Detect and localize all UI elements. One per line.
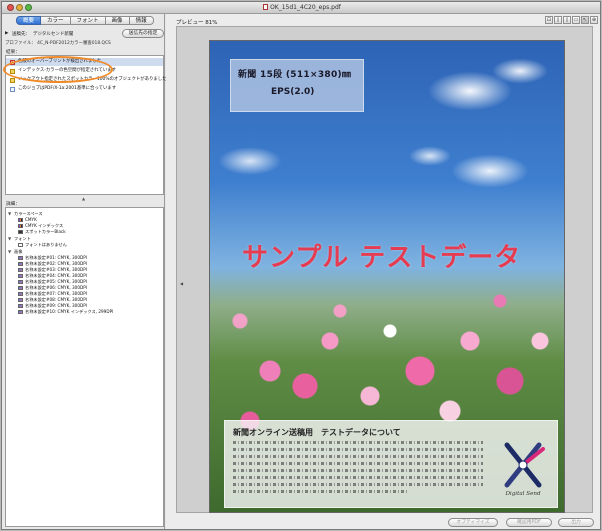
spec-box: 新聞 15段 (511×380)㎜ EPS(2.0) xyxy=(230,59,364,112)
digital-send-logo: Digital Send xyxy=(493,439,553,503)
tree-label: 名称未設定#07: CMYK, 300DPI xyxy=(25,291,87,296)
two-page-icon[interactable]: ▯ xyxy=(563,16,571,24)
tree-label: スポットカラーBlack xyxy=(25,229,66,234)
app-window: OK_15d1_4C20_eps.pdf 概要 カラー フォント 画像 情報 ▶… xyxy=(1,1,601,530)
highlight-annotation xyxy=(3,56,113,83)
optimize-button[interactable]: オプティマイズ xyxy=(448,518,498,527)
image-icon xyxy=(18,303,23,308)
logo-mark-icon xyxy=(504,442,545,488)
preview-canvas[interactable]: ◀ 新聞 15段 (511×380)㎜ EPS(2.0) サンプル テストデータ… xyxy=(176,26,593,513)
tree-label: 名称未設定#02: CMYK, 300DPI xyxy=(25,261,87,266)
result-text: このジョブはPDF/X-1a:2001基準に合っています xyxy=(18,86,117,91)
pdf-document-icon xyxy=(263,4,269,10)
tree-label: フォントはありません xyxy=(25,242,67,247)
sample-heading: サンプル テストデータ xyxy=(242,243,522,273)
destination-row: ▶ 送稿先： デジタルセンド新聞 送信先の指定 xyxy=(5,29,164,38)
set-destination-button[interactable]: 送信先の指定 xyxy=(122,29,164,38)
image-icon xyxy=(18,279,23,284)
logo-text: Digital Send xyxy=(505,491,541,497)
zoom-icon[interactable]: ⊕ xyxy=(590,16,598,24)
tree-label: 名称未設定#05: CMYK, 300DPI xyxy=(25,279,87,284)
info-title: 新聞オンライン送稿用 テストデータについて xyxy=(233,428,401,437)
spot-color-icon xyxy=(18,229,23,234)
tab-font[interactable]: フォント xyxy=(70,16,106,25)
tab-summary[interactable]: 概要 xyxy=(16,16,42,25)
tab-info[interactable]: 情報 xyxy=(129,16,154,25)
tab-image[interactable]: 画像 xyxy=(105,16,130,25)
page-icon[interactable]: ▭ xyxy=(572,16,580,24)
left-panel: 概要 カラー フォント 画像 情報 ▶ 送稿先： デジタルセンド新聞 送信先の指… xyxy=(2,14,167,529)
tree-label: 名称未設定#06: CMYK, 300DPI xyxy=(25,285,87,290)
details-tree[interactable]: ▼ カラースペース CMYK CMYK インデックス スポットカラーBlack ▼… xyxy=(5,207,164,527)
image-icon xyxy=(18,285,23,290)
proof-pdf-button[interactable]: 確認用PDF xyxy=(506,518,552,527)
tree-label: 名称未設定#08: CMYK, 300DPI xyxy=(25,297,87,302)
tree-label: 名称未設定#03: CMYK, 300DPI xyxy=(25,267,87,272)
tree-label: 名称未設定#04: CMYK, 300DPI xyxy=(25,273,87,278)
font-icon xyxy=(18,242,23,247)
spec-format-text: EPS(2.0) xyxy=(271,87,315,97)
single-page-icon[interactable]: ▯ xyxy=(554,16,562,24)
window-title-wrap: OK_15d1_4C20_eps.pdf xyxy=(2,4,600,11)
image-icon xyxy=(18,297,23,302)
info-icon xyxy=(10,86,15,92)
image-icon xyxy=(18,291,23,296)
cmyk-swatch-icon xyxy=(18,223,23,228)
warning-icon xyxy=(10,77,15,83)
destination-label: 送稿先： xyxy=(12,32,30,37)
profile-text: プロファイル： 4C_N-PDF2012カラー審査018.QCS xyxy=(5,41,111,46)
tree-item[interactable]: 名称未設定#10: CMYK インデックス, 299DPI xyxy=(18,309,113,315)
disclosure-triangle-icon[interactable]: ▶ xyxy=(5,31,8,36)
image-icon xyxy=(18,261,23,266)
preview-zoom-label: プレビュー 81% xyxy=(176,20,218,26)
image-icon xyxy=(18,309,23,314)
image-icon xyxy=(18,267,23,272)
result-item[interactable]: このジョブはPDF/X-1a:2001基準に合っています xyxy=(6,85,163,93)
info-box: 新聞オンライン送稿用 テストデータについて Digital Send xyxy=(224,420,558,508)
tree-label: 画像 xyxy=(14,249,23,254)
collapse-arrow-icon[interactable]: ◀ xyxy=(180,281,183,286)
tab-color[interactable]: カラー xyxy=(41,16,71,25)
pointer-icon[interactable]: ↖ xyxy=(581,16,589,24)
tree-label: 名称未設定#10: CMYK インデックス, 299DPI xyxy=(25,309,114,314)
document-preview: 新聞 15段 (511×380)㎜ EPS(2.0) サンプル テストデータ 新… xyxy=(209,40,565,513)
tree-label: 名称未設定#09: CMYK, 300DPI xyxy=(25,303,87,308)
tree-label: フォント xyxy=(14,236,31,241)
tree-item[interactable]: スポットカラーBlack xyxy=(18,229,66,235)
zoom-fit-icon[interactable]: ⊡ xyxy=(545,16,553,24)
cmyk-swatch-icon xyxy=(18,217,23,222)
preview-panel: プレビュー 81% ⊡ ▯ ▯ ▭ ↖ ⊕ ◀ 新聞 15段 (511×380)… xyxy=(166,14,600,529)
image-icon xyxy=(18,255,23,260)
tree-label: カラースペース xyxy=(14,211,43,216)
tree-label: 名称未設定#01: CMYK, 300DPI xyxy=(25,255,87,260)
tab-bar: 概要 カラー フォント 画像 情報 xyxy=(16,16,154,25)
title-bar: OK_15d1_4C20_eps.pdf xyxy=(2,2,600,14)
splitter-handle-icon[interactable]: ▲ xyxy=(82,196,85,201)
preview-toolbar: ⊡ ▯ ▯ ▭ ↖ ⊕ xyxy=(545,16,598,25)
destination-value: デジタルセンド新聞 xyxy=(33,32,74,37)
tree-item[interactable]: フォントはありません xyxy=(18,242,67,248)
spec-size-text: 新聞 15段 (511×380)㎜ xyxy=(238,70,352,80)
window-title: OK_15d1_4C20_eps.pdf xyxy=(270,4,341,11)
image-icon xyxy=(18,273,23,278)
tree-label: CMYK インデックス xyxy=(25,223,64,228)
tree-label: CMYK xyxy=(25,217,37,222)
output-button[interactable]: 出力 xyxy=(558,518,594,527)
dummy-text-block xyxy=(233,441,483,497)
